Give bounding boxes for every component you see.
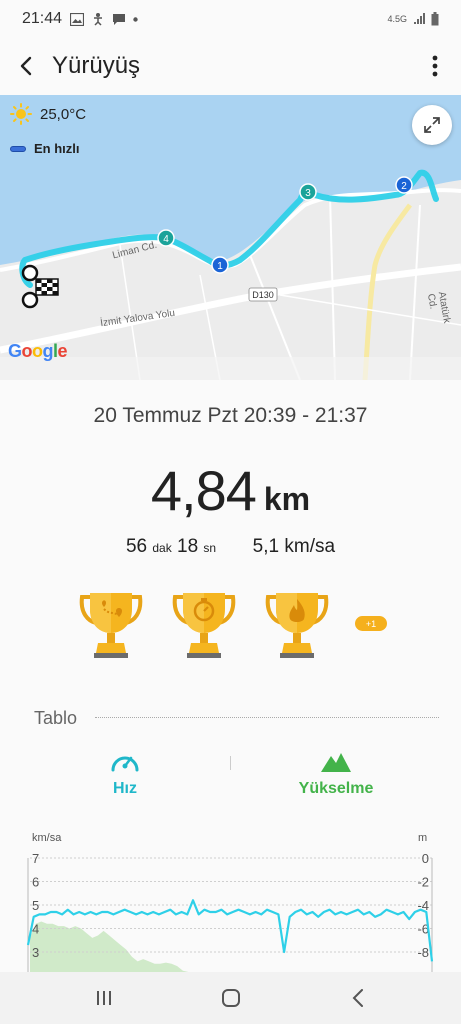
google-logo: Google bbox=[8, 341, 68, 361]
svg-text:4: 4 bbox=[163, 234, 169, 245]
status-right: 4.5G bbox=[387, 12, 439, 26]
chart-canvas: 7 06 -25 -44 -63 -8 bbox=[26, 851, 434, 972]
distance-value: 4,84 bbox=[150, 459, 257, 522]
message-icon bbox=[113, 13, 126, 25]
back-button[interactable] bbox=[0, 38, 52, 94]
distance-display: 4,84 km bbox=[0, 458, 461, 523]
arrow-left-icon bbox=[20, 56, 32, 76]
expand-icon bbox=[424, 117, 440, 133]
duration-minutes-unit: dak bbox=[152, 541, 172, 555]
right-tick-label: -2 bbox=[417, 875, 429, 890]
tab-speed[interactable]: Hız bbox=[35, 748, 215, 808]
home-icon bbox=[221, 989, 240, 1007]
left-tick-label: 6 bbox=[32, 875, 39, 890]
fastest-swatch bbox=[10, 145, 26, 152]
signal-icon bbox=[414, 13, 425, 24]
tab-elevation-label: Yükselme bbox=[298, 780, 374, 797]
workout-date-range: 20 Temmuz Pzt 20:39 - 21:37 bbox=[93, 404, 368, 427]
average-speed: 5,1 km/sa bbox=[252, 536, 336, 557]
more-options-button[interactable] bbox=[409, 38, 461, 94]
section-divider bbox=[95, 717, 439, 718]
mountain-icon bbox=[321, 753, 351, 772]
more-notifications-icon bbox=[133, 16, 138, 22]
speed-elevation-chart: km/sa m 7 0 6 -2 5 -4 4 -6 3 -8 bbox=[0, 828, 461, 972]
elevation-area bbox=[30, 921, 432, 972]
status-bar: 21:44 4.5G bbox=[0, 0, 461, 38]
tab-elevation[interactable]: Yükselme bbox=[246, 748, 426, 808]
more-vert-icon bbox=[432, 55, 438, 77]
sub-stats: 56 dak 18 sn 5,1 km/sa bbox=[0, 536, 461, 558]
svg-text:1: 1 bbox=[217, 261, 223, 272]
section-title: Tablo bbox=[34, 708, 78, 728]
duration-seconds-unit: sn bbox=[203, 541, 217, 555]
tab-speed-label: Hız bbox=[113, 780, 137, 797]
tab-separator bbox=[230, 756, 231, 770]
left-tick-label: 7 bbox=[32, 851, 39, 866]
recent-apps-icon bbox=[96, 991, 111, 1005]
page-title: Yürüyüş bbox=[52, 52, 141, 79]
more-trophies-badge[interactable]: +1 bbox=[355, 616, 387, 631]
right-tick-label: -8 bbox=[417, 945, 429, 960]
map-legend: En hızlı bbox=[10, 141, 80, 156]
legend-label: En hızlı bbox=[34, 141, 80, 156]
notification-icons bbox=[70, 12, 138, 26]
accessibility-icon bbox=[94, 13, 103, 26]
expand-map-button[interactable] bbox=[412, 105, 452, 145]
right-tick-label: 0 bbox=[422, 851, 429, 866]
gallery-icon bbox=[70, 12, 85, 26]
calorie-trophy-icon[interactable] bbox=[258, 585, 336, 663]
duration-trophy-icon[interactable] bbox=[165, 585, 243, 663]
distance-trophy-icon[interactable] bbox=[72, 585, 150, 663]
duration-minutes: 56 bbox=[125, 536, 148, 557]
system-back-button[interactable] bbox=[328, 972, 388, 1024]
svg-text:D130: D130 bbox=[252, 290, 274, 300]
svg-text:2: 2 bbox=[401, 181, 407, 192]
trophy-row bbox=[72, 585, 336, 663]
app-bar: Yürüyüş bbox=[0, 38, 461, 94]
svg-text:3: 3 bbox=[305, 188, 311, 199]
map-canvas: 1 2 3 4 D130 bbox=[0, 95, 461, 380]
weather-info: 25,0°C bbox=[10, 103, 86, 125]
home-button[interactable] bbox=[201, 972, 261, 1024]
network-type: 4.5G bbox=[387, 14, 407, 24]
battery-icon bbox=[431, 12, 439, 26]
left-tick-label: 5 bbox=[32, 898, 39, 913]
back-icon bbox=[352, 989, 363, 1007]
distance-unit: km bbox=[263, 481, 311, 517]
left-tick-label: 3 bbox=[32, 945, 39, 960]
duration-seconds: 18 bbox=[177, 536, 199, 557]
sun-icon bbox=[10, 103, 32, 125]
system-nav-bar bbox=[0, 972, 461, 1024]
status-time: 21:44 bbox=[22, 10, 63, 27]
temperature: 25,0°C bbox=[40, 105, 87, 123]
chart-tabs: Hız Yükselme bbox=[0, 748, 461, 808]
recent-apps-button[interactable] bbox=[74, 972, 134, 1024]
speedometer-icon bbox=[111, 756, 139, 772]
route-map[interactable]: 1 2 3 4 D130 Liman Cd. İzmit Yalova Yolu… bbox=[0, 95, 461, 380]
